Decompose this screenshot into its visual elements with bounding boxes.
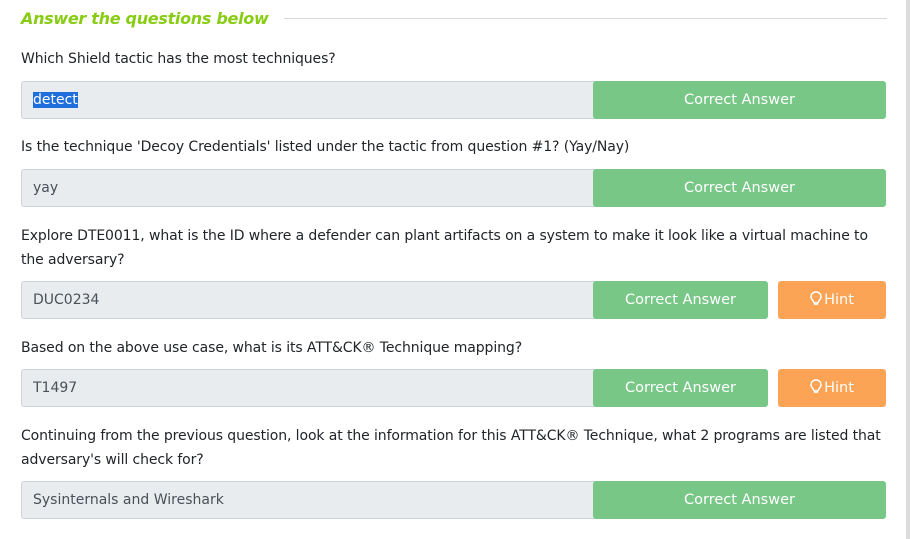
answer-row: T1497 Correct Answer Hint — [21, 369, 887, 407]
question-text: Based on the above use case, what is its… — [21, 340, 523, 356]
question-text: Which Shield tactic has the most techniq… — [21, 51, 336, 67]
answer-value-selected: detect — [33, 92, 78, 108]
correct-answer-button[interactable]: Correct Answer — [593, 369, 768, 407]
question-5: Continuing from the previous question, l… — [21, 424, 887, 519]
lightbulb-icon — [810, 291, 822, 305]
question-2: Is the technique 'Decoy Credentials' lis… — [21, 135, 887, 207]
correct-answer-button[interactable]: Correct Answer — [593, 169, 886, 207]
correct-answer-button[interactable]: Correct Answer — [593, 81, 886, 119]
question-3: Explore DTE0011, what is the ID where a … — [21, 224, 887, 319]
hint-label: Hint — [824, 380, 854, 396]
answer-row: Sysinternals and Wireshark Correct Answe… — [21, 481, 887, 519]
section-divider — [284, 17, 887, 19]
answer-input[interactable]: yay — [21, 169, 605, 207]
answer-row: detect Correct Answer — [21, 81, 887, 119]
question-4: Based on the above use case, what is its… — [21, 336, 887, 407]
question-text: Continuing from the previous question, l… — [21, 428, 881, 468]
answer-input[interactable]: Sysinternals and Wireshark — [21, 481, 605, 519]
section-title: Answer the questions below — [21, 8, 269, 28]
answer-row: DUC0234 Correct Answer Hint — [21, 281, 887, 319]
correct-answer-button[interactable]: Correct Answer — [593, 481, 886, 519]
answer-row: yay Correct Answer — [21, 169, 887, 207]
hint-label: Hint — [824, 292, 854, 308]
question-1: Which Shield tactic has the most techniq… — [21, 47, 887, 119]
answer-input[interactable]: DUC0234 — [21, 281, 605, 319]
answer-input[interactable]: detect — [21, 81, 605, 119]
section-header: Answer the questions below — [21, 6, 887, 30]
answer-input[interactable]: T1497 — [21, 369, 605, 407]
hint-button[interactable]: Hint — [778, 281, 886, 319]
hint-button[interactable]: Hint — [778, 369, 886, 407]
question-text: Explore DTE0011, what is the ID where a … — [21, 228, 868, 268]
page-right-border — [906, 0, 910, 539]
question-text: Is the technique 'Decoy Credentials' lis… — [21, 139, 630, 155]
lightbulb-icon — [810, 379, 822, 393]
correct-answer-button[interactable]: Correct Answer — [593, 281, 768, 319]
